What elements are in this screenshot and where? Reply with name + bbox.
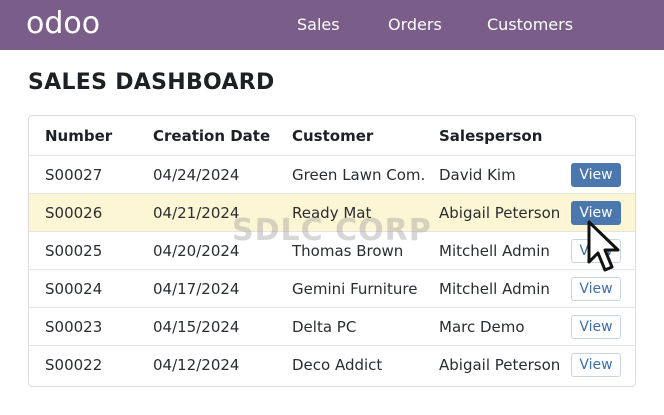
creation-date: 04/21/2024 (153, 203, 240, 222)
salesperson-name: David Kim (439, 165, 516, 184)
customer-name: Gemini Furniture (292, 279, 418, 298)
customer-name: Green Lawn Com. (292, 165, 426, 184)
column-header-number[interactable]: Number (45, 116, 112, 155)
customer-name: Thomas Brown (292, 241, 404, 260)
salesperson-name: Mitchell Admin (439, 241, 550, 260)
view-button[interactable]: View (571, 276, 621, 301)
customer-name: Deco Addict (292, 356, 383, 374)
view-button[interactable]: View (571, 314, 621, 339)
view-button[interactable]: View (571, 162, 621, 187)
page-title: SALES DASHBOARD (28, 70, 275, 95)
order-number: S00025 (45, 241, 103, 260)
view-button[interactable]: View (571, 200, 621, 225)
order-number: S00024 (45, 279, 103, 298)
salesperson-name: Abigail Peterson (439, 203, 561, 222)
creation-date: 04/24/2024 (153, 165, 240, 184)
view-button[interactable]: View (571, 353, 621, 377)
order-number: S00023 (45, 317, 103, 336)
table-row[interactable]: S00025 04/20/2024 Thomas Brown Mitchell … (29, 232, 635, 270)
customer-name: Delta PC (292, 317, 357, 336)
table-row[interactable]: S00027 04/24/2024 Green Lawn Com. David … (29, 156, 635, 194)
creation-date: 04/17/2024 (153, 279, 240, 298)
nav-item-customers[interactable]: Customers (487, 15, 573, 35)
order-number: S00026 (45, 203, 103, 222)
table-row[interactable]: S00024 04/17/2024 Gemini Furniture Mitch… (29, 270, 635, 308)
customer-name: Ready Mat (292, 203, 372, 222)
salesperson-name: Mitchell Admin (439, 279, 550, 298)
table-row[interactable]: S00023 04/15/2024 Delta PC Marc Demo Vie… (29, 308, 635, 346)
column-header-creation-date[interactable]: Creation Date (153, 116, 270, 155)
salesperson-name: Abigail Peterson (439, 356, 561, 374)
nav-item-sales[interactable]: Sales (297, 15, 340, 35)
view-button[interactable]: View (571, 238, 621, 263)
odoo-logo[interactable]: odoo (26, 8, 100, 40)
creation-date: 04/20/2024 (153, 241, 240, 260)
table-row[interactable]: S00022 04/12/2024 Deco Addict Abigail Pe… (29, 346, 635, 384)
column-header-customer[interactable]: Customer (292, 116, 373, 155)
nav-item-orders[interactable]: Orders (388, 15, 442, 35)
creation-date: 04/15/2024 (153, 317, 240, 336)
top-navbar: odoo Sales Orders Customers (0, 0, 664, 50)
table-row[interactable]: S00026 04/21/2024 Ready Mat Abigail Pete… (29, 194, 635, 232)
sales-orders-table: Number Creation Date Customer Salesperso… (28, 115, 636, 387)
table-header-row: Number Creation Date Customer Salesperso… (29, 116, 635, 156)
order-number: S00022 (45, 356, 103, 374)
creation-date: 04/12/2024 (153, 356, 240, 374)
column-header-salesperson[interactable]: Salesperson (439, 116, 542, 155)
salesperson-name: Marc Demo (439, 317, 525, 336)
order-number: S00027 (45, 165, 103, 184)
